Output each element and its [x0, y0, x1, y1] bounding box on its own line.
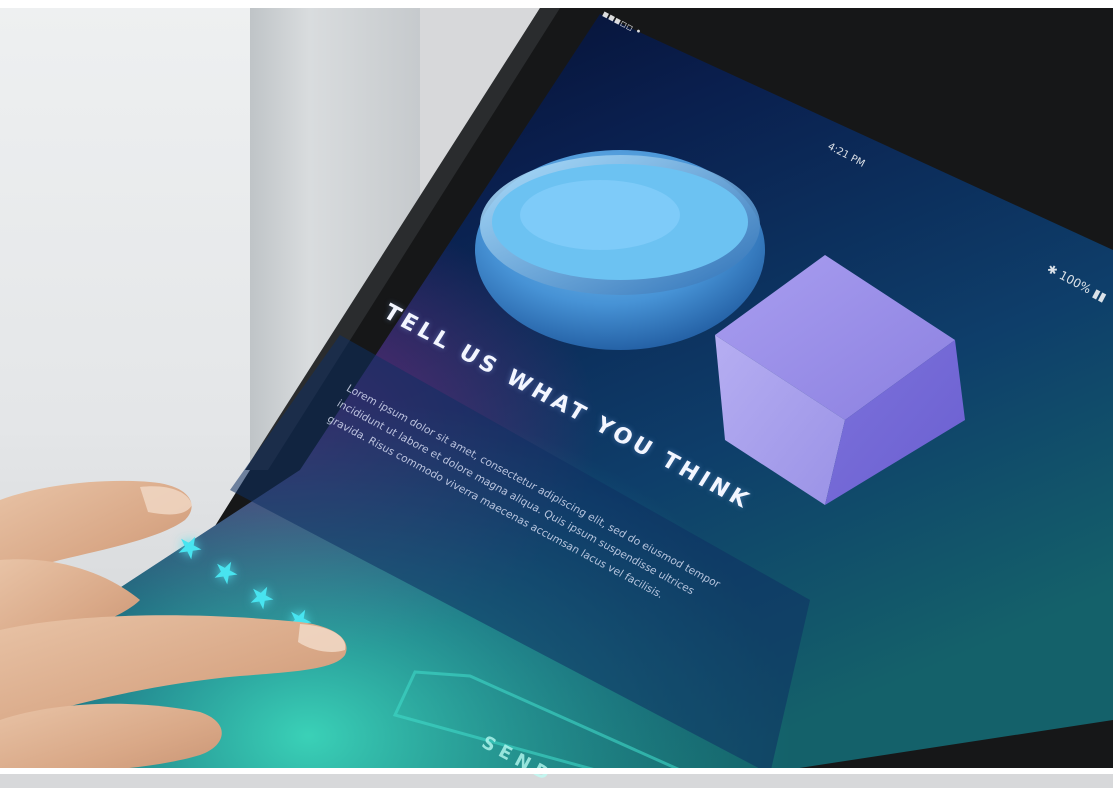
photo-border-bottom	[0, 768, 1113, 774]
